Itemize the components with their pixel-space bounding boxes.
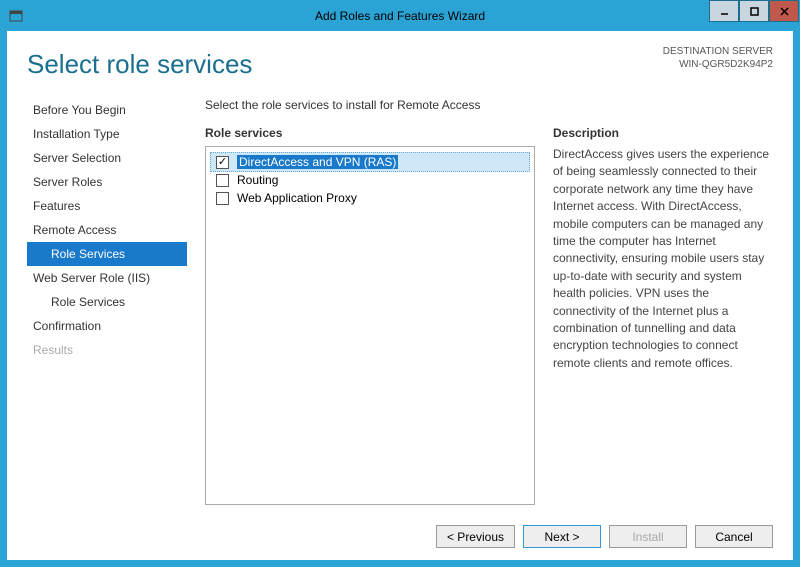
app-icon [7,7,25,25]
close-button[interactable] [769,0,799,22]
nav-item[interactable]: Installation Type [27,122,187,146]
footer-buttons: < Previous Next > Install Cancel [27,511,773,548]
nav-item[interactable]: Features [27,194,187,218]
minimize-button[interactable] [709,0,739,22]
description-column: Description DirectAccess gives users the… [553,126,773,505]
role-services-heading: Role services [205,126,535,140]
checkbox-icon[interactable] [216,192,229,205]
role-service-label: Routing [237,173,278,187]
role-service-label: Web Application Proxy [237,191,357,205]
next-button[interactable]: Next > [523,525,601,548]
role-service-item[interactable]: Routing [206,171,534,189]
main-panel: Select the role services to install for … [205,98,773,505]
wizard-body: Select role services DESTINATION SERVER … [1,31,799,566]
instruction-text: Select the role services to install for … [205,98,773,112]
previous-button[interactable]: < Previous [436,525,515,548]
nav-item[interactable]: Remote Access [27,218,187,242]
body-row: Before You BeginInstallation TypeServer … [27,98,773,505]
destination-label: DESTINATION SERVER [663,45,773,58]
checkbox-icon[interactable] [216,174,229,187]
description-heading: Description [553,126,773,140]
nav-item: Results [27,338,187,362]
header-row: Select role services DESTINATION SERVER … [27,43,773,80]
wizard-window: Add Roles and Features Wizard Select rol… [0,0,800,567]
description-text: DirectAccess gives users the experience … [553,146,773,372]
destination-server: DESTINATION SERVER WIN-QGR5D2K94P2 [663,45,773,71]
titlebar[interactable]: Add Roles and Features Wizard [1,1,799,31]
nav-item[interactable]: Server Selection [27,146,187,170]
role-service-item[interactable]: DirectAccess and VPN (RAS) [210,152,530,172]
columns: Role services DirectAccess and VPN (RAS)… [205,126,773,505]
role-service-item[interactable]: Web Application Proxy [206,189,534,207]
checkbox-icon[interactable] [216,156,229,169]
role-services-column: Role services DirectAccess and VPN (RAS)… [205,126,535,505]
cancel-button[interactable]: Cancel [695,525,773,548]
page-title: Select role services [27,49,252,80]
maximize-button[interactable] [739,0,769,22]
nav-item[interactable]: Confirmation [27,314,187,338]
window-title: Add Roles and Features Wizard [315,9,485,23]
nav-item[interactable]: Web Server Role (IIS) [27,266,187,290]
nav-item[interactable]: Before You Begin [27,98,187,122]
role-services-listbox[interactable]: DirectAccess and VPN (RAS) Routing Web App… [205,146,535,505]
nav-item[interactable]: Server Roles [27,170,187,194]
nav-item[interactable]: Role Services [27,290,187,314]
wizard-nav: Before You BeginInstallation TypeServer … [27,98,187,505]
install-button[interactable]: Install [609,525,687,548]
nav-item[interactable]: Role Services [27,242,187,266]
titlebar-buttons [709,1,799,31]
role-service-label: DirectAccess and VPN (RAS) [237,155,398,169]
destination-value: WIN-QGR5D2K94P2 [663,58,773,71]
